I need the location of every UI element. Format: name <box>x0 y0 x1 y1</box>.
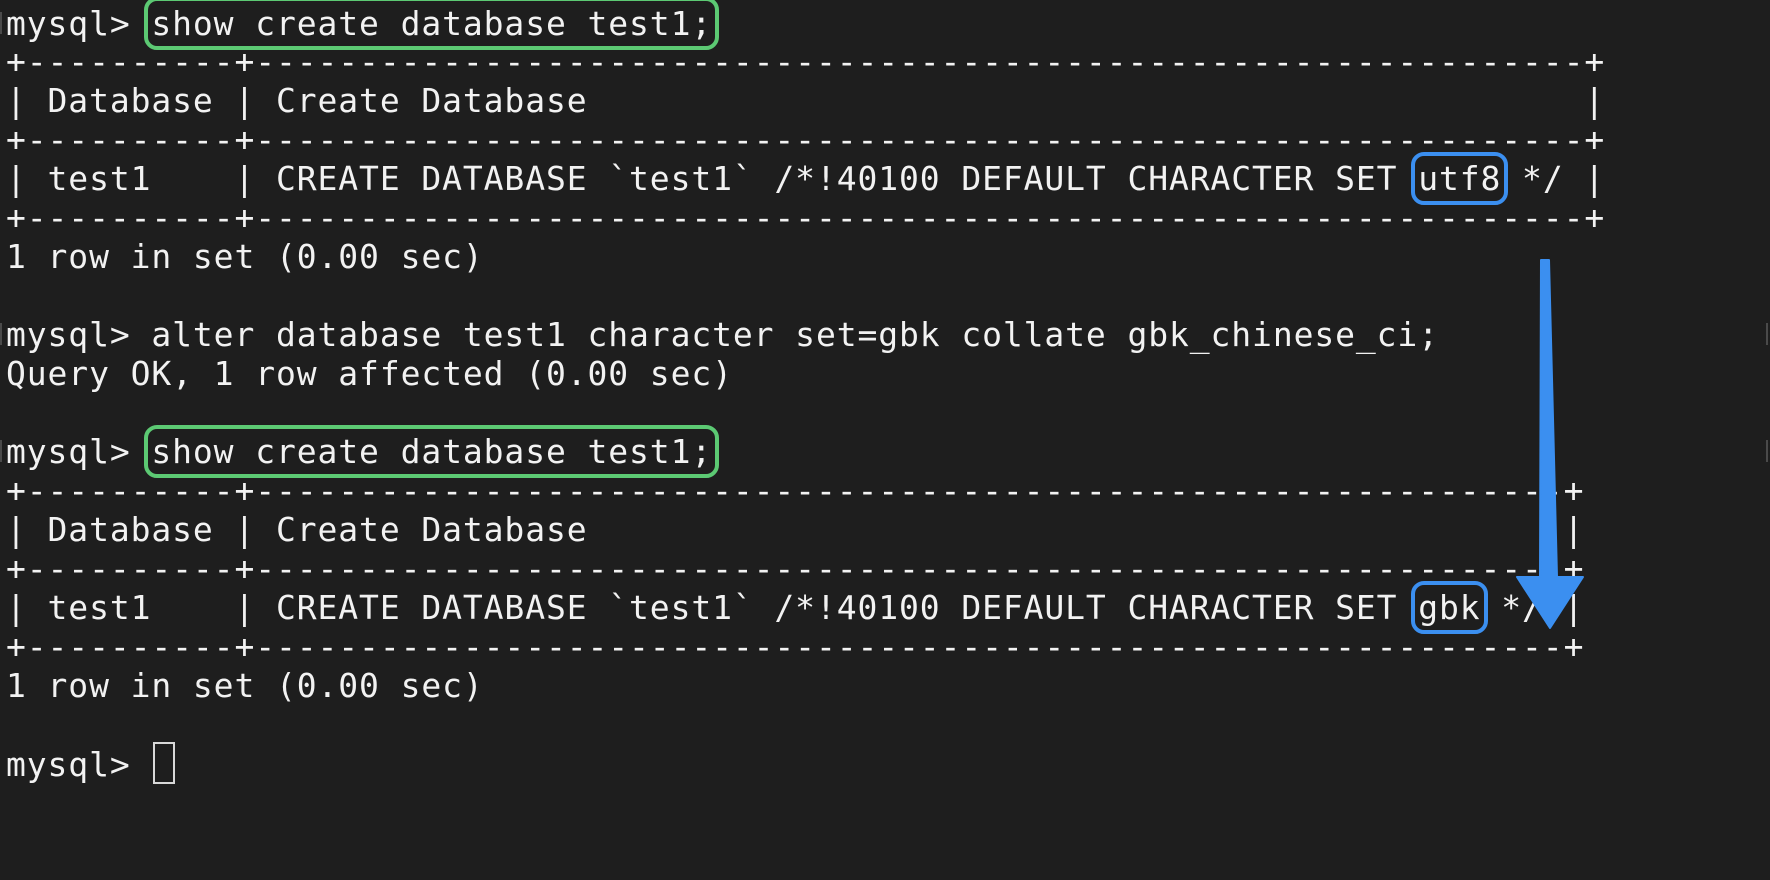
gutter-mark <box>0 323 2 345</box>
gutter-mark <box>0 12 2 34</box>
table-data-row: | test1 | CREATE DATABASE `test1` /*!401… <box>6 581 1585 634</box>
row-prefix: | test1 | CREATE DATABASE `test1` /*!401… <box>6 588 1419 627</box>
table-header-row: | Database | Create Database | <box>6 81 1606 120</box>
terminal-window[interactable]: mysql> show create database test1; +----… <box>0 0 1770 880</box>
block-cursor <box>153 742 176 784</box>
table-border-top: +----------+----------------------------… <box>6 42 1606 81</box>
prompt-label: mysql> <box>6 745 152 784</box>
gutter-mark <box>1766 440 1768 462</box>
prompt-line-3: mysql> show create database test1; <box>6 425 720 478</box>
prompt-label: mysql> <box>6 4 152 43</box>
table-border-bottom: +----------+----------------------------… <box>6 627 1585 666</box>
table-border-bottom: +----------+----------------------------… <box>6 198 1606 237</box>
charset-gbk-highlight: gbk <box>1411 581 1488 634</box>
prompt-line-4[interactable]: mysql> <box>6 742 176 786</box>
row-prefix: | test1 | CREATE DATABASE `test1` /*!401… <box>6 159 1419 198</box>
query-ok-line: Query OK, 1 row affected (0.00 sec) <box>6 354 733 393</box>
result-line: 1 row in set (0.00 sec) <box>6 237 484 276</box>
prompt-label: mysql> <box>6 432 152 471</box>
table-border-mid: +----------+----------------------------… <box>6 549 1585 588</box>
row-suffix: */ | <box>1501 159 1606 198</box>
prompt-label: mysql> <box>6 315 152 354</box>
gutter-mark <box>0 440 2 462</box>
show-create-command-highlight: show create database test1; <box>144 425 720 478</box>
show-create-command-highlight: show create database test1; <box>144 0 720 50</box>
table-data-row: | test1 | CREATE DATABASE `test1` /*!401… <box>6 152 1606 205</box>
result-line: 1 row in set (0.00 sec) <box>6 666 484 705</box>
table-border-top: +----------+----------------------------… <box>6 471 1585 510</box>
charset-utf8-highlight: utf8 <box>1411 152 1509 205</box>
prompt-line-2: mysql> alter database test1 character se… <box>6 313 1439 357</box>
row-suffix: */ | <box>1480 588 1585 627</box>
table-header-row: | Database | Create Database | <box>6 510 1585 549</box>
table-border-mid: +----------+----------------------------… <box>6 120 1606 159</box>
alter-command: alter database test1 character set=gbk c… <box>151 315 1439 354</box>
gutter-mark <box>1766 323 1768 345</box>
